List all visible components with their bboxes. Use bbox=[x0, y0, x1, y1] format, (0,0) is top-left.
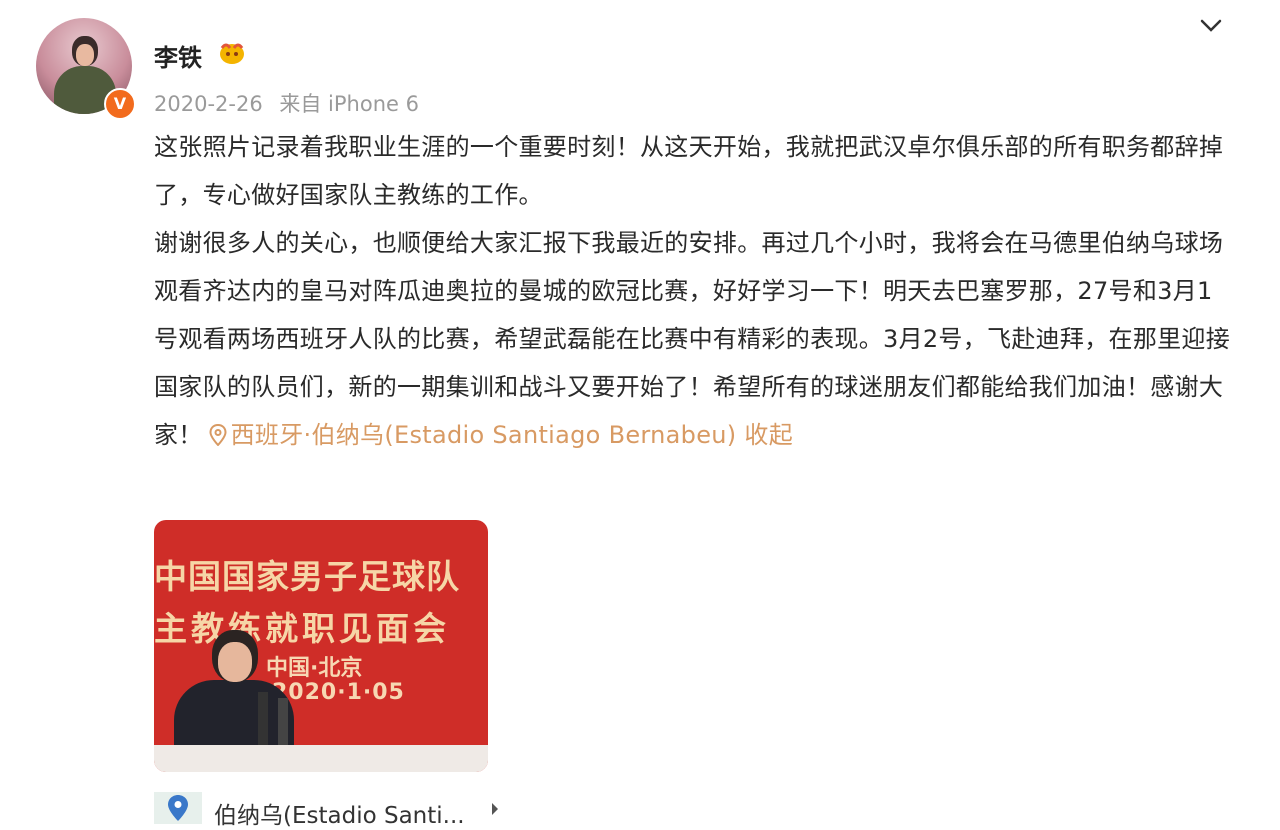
post-meta: 2020-2-26 来自 iPhone 6 bbox=[154, 88, 419, 118]
photo-banner-line-2: 主教练就职见面会 bbox=[154, 609, 450, 648]
collapse-link[interactable]: 收起 bbox=[744, 421, 793, 449]
avatar-figure-face bbox=[76, 44, 94, 66]
post-paragraph-2-text: 谢谢很多人的关心，也顺便给大家汇报下我最近的安排。再过几个小时，我将会在马德里伯… bbox=[154, 229, 1231, 449]
location-pin-icon bbox=[168, 795, 188, 821]
post-date: 2020-2-26 bbox=[154, 92, 263, 116]
chevron-down-icon[interactable] bbox=[1198, 14, 1224, 36]
photo-banner-place: 中国·北京 bbox=[266, 656, 363, 681]
post-photo[interactable]: 中国国家男子足球队 主教练就职见面会 中国·北京 2020·1·05 bbox=[154, 520, 488, 772]
username[interactable]: 李铁 bbox=[154, 38, 202, 73]
photo-banner-date: 2020·1·05 bbox=[272, 680, 405, 705]
location-bar-label: 伯纳乌(Estadio Santi... bbox=[214, 803, 465, 829]
chevron-right-icon bbox=[492, 803, 498, 815]
photo-person-body bbox=[174, 680, 294, 750]
photo-table bbox=[154, 745, 488, 772]
location-bar[interactable]: 伯纳乌(Estadio Santi... bbox=[154, 792, 514, 829]
post-text: 这张照片记录着我职业生涯的一个重要时刻！从这天开始，我就把武汉卓尔俱乐部的所有职… bbox=[154, 123, 1234, 459]
post-paragraph-2: 谢谢很多人的关心，也顺便给大家汇报下我最近的安排。再过几个小时，我将会在马德里伯… bbox=[154, 219, 1234, 459]
photo-person-face bbox=[218, 642, 252, 682]
location-pin-icon bbox=[209, 424, 227, 446]
verified-badge-icon: V bbox=[104, 88, 136, 120]
post-paragraph-1: 这张照片记录着我职业生涯的一个重要时刻！从这天开始，我就把武汉卓尔俱乐部的所有职… bbox=[154, 133, 1224, 209]
fan-badge-icon[interactable] bbox=[218, 40, 246, 66]
photo-banner-line-1: 中国国家男子足球队 bbox=[154, 557, 460, 596]
post-source: 来自 iPhone 6 bbox=[279, 92, 419, 116]
photo-microphone bbox=[258, 692, 268, 752]
location-link[interactable]: 西班牙·伯纳乌(Estadio Santiago Bernabeu) bbox=[231, 421, 737, 449]
